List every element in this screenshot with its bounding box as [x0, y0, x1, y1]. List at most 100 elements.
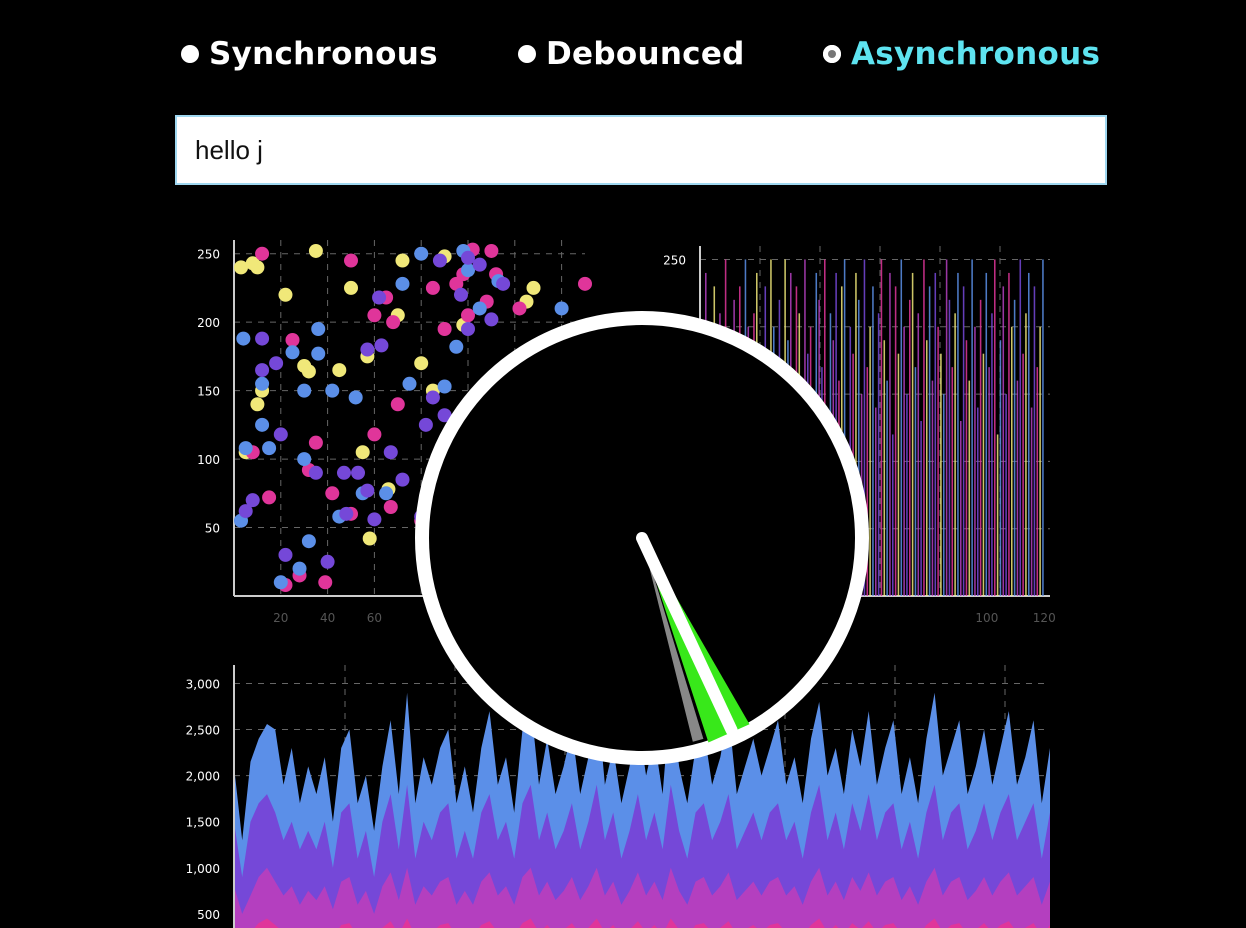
bar — [926, 340, 928, 596]
frame-rate-gauge — [415, 311, 869, 765]
bar — [903, 326, 905, 596]
x-tick-label: 40 — [320, 611, 335, 625]
scatter-point — [453, 287, 468, 302]
bar — [940, 353, 942, 596]
scatter-point — [297, 452, 312, 467]
bar — [931, 380, 934, 596]
scatter-point — [472, 301, 487, 316]
bar — [1008, 272, 1010, 596]
scatter-point — [238, 441, 253, 456]
bar — [937, 326, 939, 596]
scatter-point — [255, 246, 270, 261]
scatter-point — [336, 465, 351, 480]
bar — [971, 259, 973, 596]
scatter-point — [236, 331, 251, 346]
bar — [1025, 313, 1027, 596]
scatter-point — [578, 276, 592, 291]
scatter-point — [414, 246, 429, 261]
bar — [1039, 326, 1041, 596]
bar — [994, 259, 996, 596]
bar — [920, 421, 922, 596]
scatter-point — [278, 287, 293, 302]
y-tick-label: 100 — [197, 453, 220, 467]
scatter-point — [414, 356, 429, 371]
scatter-point — [472, 257, 487, 272]
scatter-point — [418, 417, 433, 432]
charts-canvas: 250 200 150 100 50 20 40 60 250 100 120 3,000 2,50… — [186, 240, 1056, 928]
scatter-point — [308, 243, 323, 258]
scatter-point — [255, 417, 270, 432]
bar — [928, 286, 931, 596]
scatter-point — [395, 472, 410, 487]
bar — [948, 299, 951, 596]
bar — [1033, 286, 1036, 596]
bar — [974, 326, 976, 596]
scatter-point — [348, 390, 363, 405]
scatter-point — [386, 315, 401, 330]
scatter-point — [395, 276, 410, 291]
scatter-point — [325, 486, 340, 501]
scatter-point — [285, 332, 300, 347]
bar — [892, 434, 894, 596]
scatter-point — [461, 250, 475, 265]
y-tick-label: 250 — [663, 253, 686, 267]
scatter-point — [285, 345, 300, 360]
scatter-point — [250, 260, 265, 275]
bar — [1028, 272, 1030, 596]
bar — [1016, 380, 1019, 596]
scatter-point — [344, 280, 358, 295]
bar — [877, 313, 880, 596]
bar — [900, 259, 903, 596]
scatter-point — [484, 243, 499, 258]
bar — [1036, 367, 1039, 596]
bar — [1042, 259, 1044, 596]
scatter-point — [379, 486, 394, 501]
bar — [999, 340, 1002, 596]
scatter-point — [355, 445, 370, 460]
y-tick-label: 1,500 — [186, 816, 220, 830]
bar — [1011, 326, 1013, 596]
scatter-point — [255, 331, 270, 346]
bar — [889, 272, 891, 596]
scatter-point — [461, 308, 475, 323]
bar — [954, 313, 956, 596]
scatter-point — [360, 483, 375, 498]
scatter-point — [372, 290, 387, 305]
scatter-point — [395, 253, 410, 268]
bar — [965, 340, 968, 596]
scatter-point — [297, 383, 312, 398]
bar — [1013, 299, 1016, 596]
scatter-point — [449, 339, 464, 354]
bar — [917, 313, 920, 596]
scatter-point — [255, 363, 270, 378]
y-tick-label: 3,000 — [186, 677, 220, 691]
scatter-point — [374, 338, 389, 353]
scatter-point — [339, 506, 354, 521]
scatter-point — [360, 342, 375, 357]
bar — [906, 394, 908, 596]
bar — [880, 259, 883, 596]
scatter-point — [437, 379, 452, 394]
scatter-point — [262, 441, 277, 456]
y-tick-label: 1,000 — [186, 862, 220, 876]
scatter-point — [383, 445, 398, 460]
scatter-point — [461, 322, 475, 336]
bar — [883, 340, 886, 596]
scatter-point — [383, 500, 398, 514]
bar — [923, 259, 925, 596]
scatter-point — [351, 465, 366, 480]
bar — [894, 286, 897, 596]
bar — [982, 353, 985, 596]
bar — [869, 326, 871, 596]
scatter-point — [308, 465, 323, 480]
y-tick-label: 50 — [205, 522, 220, 536]
bar — [979, 299, 982, 596]
y-tick-label: 2,000 — [186, 770, 220, 784]
scatter-point — [432, 253, 447, 268]
bar — [996, 434, 999, 596]
bar — [1022, 353, 1024, 596]
x-tick-label: 60 — [367, 611, 382, 625]
bar — [943, 394, 945, 596]
scatter-point — [250, 397, 265, 412]
scatter-point — [367, 427, 382, 442]
